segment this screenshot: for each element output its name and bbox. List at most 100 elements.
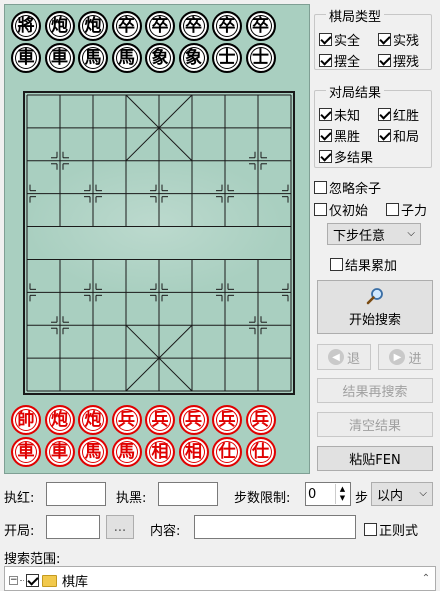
checkbox-label: 结果累加 bbox=[345, 259, 398, 274]
sub-force-checkbox[interactable]: 子力 bbox=[386, 200, 427, 219]
piece-black[interactable]: 車 bbox=[11, 43, 41, 73]
chess-board[interactable]: 將炮炮卒卒卒卒卒車車馬馬象象士士 帥炮炮兵兵兵兵兵車車馬馬相相仕仕 bbox=[4, 4, 310, 474]
piece-red[interactable]: 炮 bbox=[78, 405, 108, 435]
search-scope-label: 搜索范围: bbox=[4, 552, 61, 567]
chevron-down-icon: ⌵ bbox=[407, 228, 415, 239]
result-red-win-checkbox[interactable]: 红胜 bbox=[378, 105, 419, 124]
checkbox-box bbox=[319, 129, 332, 142]
checkbox-label: 未知 bbox=[334, 109, 361, 124]
paste-fen-button[interactable]: 粘贴FEN bbox=[317, 446, 433, 471]
piece-red[interactable]: 仕 bbox=[245, 437, 276, 467]
back-button[interactable]: ◀ 退 bbox=[317, 344, 371, 370]
checkbox-label: 子力 bbox=[401, 204, 428, 219]
piece-red[interactable]: 兵 bbox=[178, 405, 209, 435]
piece-red[interactable]: 車 bbox=[11, 437, 41, 467]
piece-red[interactable]: 車 bbox=[44, 437, 75, 467]
step-mode-dropdown[interactable]: 以内 ⌵ bbox=[371, 482, 433, 506]
black-player-input[interactable] bbox=[158, 482, 218, 506]
ignore-rest-checkbox[interactable]: 忽略余子 bbox=[314, 178, 381, 197]
result-draw-checkbox[interactable]: 和局 bbox=[378, 126, 419, 145]
content-label: 内容: bbox=[150, 524, 181, 539]
game-type-shi-quan-checkbox[interactable]: 实全 bbox=[319, 30, 360, 49]
piece-red[interactable]: 帥 bbox=[11, 405, 41, 435]
chevron-down-icon: ⌵ bbox=[419, 488, 427, 499]
regex-checkbox[interactable]: 正则式 bbox=[364, 520, 418, 539]
red-player-input[interactable] bbox=[46, 482, 106, 506]
opening-input[interactable] bbox=[46, 515, 100, 539]
step-limit-spinner[interactable]: 0 ▲ ▼ bbox=[305, 482, 351, 506]
checkbox-box bbox=[319, 33, 332, 46]
piece-black[interactable]: 卒 bbox=[145, 11, 175, 41]
opening-label: 开局: bbox=[4, 524, 35, 539]
tree-line bbox=[20, 580, 24, 581]
result-black-win-checkbox[interactable]: 黑胜 bbox=[319, 126, 360, 145]
checkbox-label: 红胜 bbox=[393, 109, 420, 124]
step-limit-label: 步数限制: bbox=[234, 491, 291, 506]
piece-black[interactable]: 卒 bbox=[212, 11, 242, 41]
piece-black[interactable]: 馬 bbox=[78, 43, 108, 73]
piece-black[interactable]: 象 bbox=[145, 43, 175, 73]
checkbox-label: 实残 bbox=[393, 34, 420, 49]
game-type-bai-can-checkbox[interactable]: 摆残 bbox=[378, 51, 419, 70]
tree-expand-icon[interactable]: − bbox=[9, 576, 18, 585]
next-move-value: 下步任意 bbox=[333, 228, 386, 244]
piece-black[interactable]: 卒 bbox=[178, 11, 209, 41]
piece-red[interactable]: 兵 bbox=[111, 405, 142, 435]
initial-only-checkbox[interactable]: 仅初始 bbox=[314, 200, 368, 219]
piece-red[interactable]: 仕 bbox=[212, 437, 242, 467]
piece-black[interactable]: 士 bbox=[245, 43, 276, 73]
checkbox-box bbox=[319, 108, 332, 121]
piece-red[interactable]: 兵 bbox=[212, 405, 242, 435]
tree-checkbox[interactable] bbox=[26, 574, 39, 587]
result-unknown-checkbox[interactable]: 未知 bbox=[319, 105, 360, 124]
forward-button[interactable]: ▶ 进 bbox=[378, 344, 433, 370]
piece-black[interactable]: 車 bbox=[44, 43, 75, 73]
scroll-up-button[interactable]: ⌃ bbox=[417, 567, 435, 590]
piece-black[interactable]: 炮 bbox=[78, 11, 108, 41]
piece-red[interactable]: 馬 bbox=[111, 437, 142, 467]
tree-row-root[interactable]: − 棋库 bbox=[9, 571, 88, 590]
piece-black[interactable]: 將 bbox=[11, 11, 41, 41]
red-player-label: 执红: bbox=[4, 491, 35, 506]
piece-red[interactable]: 馬 bbox=[78, 437, 108, 467]
piece-red[interactable]: 相 bbox=[145, 437, 175, 467]
checkbox-label: 和局 bbox=[393, 130, 420, 145]
result-multiple-checkbox[interactable]: 多结果 bbox=[319, 147, 373, 166]
black-player-label: 执黑: bbox=[116, 491, 147, 506]
piece-red[interactable]: 炮 bbox=[44, 405, 75, 435]
step-unit-label: 步 bbox=[355, 491, 369, 506]
piece-black[interactable]: 卒 bbox=[245, 11, 276, 41]
start-search-button[interactable]: 开始搜索 bbox=[317, 280, 433, 334]
content-input[interactable] bbox=[194, 515, 356, 539]
search-again-button[interactable]: 结果再搜索 bbox=[317, 378, 433, 403]
piece-black[interactable]: 士 bbox=[212, 43, 242, 73]
checkbox-box bbox=[364, 523, 377, 536]
piece-black[interactable]: 卒 bbox=[111, 11, 142, 41]
back-arrow-icon: ◀ bbox=[327, 349, 344, 365]
piece-black[interactable]: 象 bbox=[178, 43, 209, 73]
piece-red[interactable]: 兵 bbox=[145, 405, 175, 435]
next-move-dropdown[interactable]: 下步任意 ⌵ bbox=[327, 223, 421, 245]
accumulate-checkbox[interactable]: 结果累加 bbox=[330, 255, 397, 274]
clear-results-button[interactable]: 清空结果 bbox=[317, 412, 433, 437]
checkbox-label: 摆全 bbox=[334, 55, 361, 70]
game-type-title: 棋局类型 bbox=[326, 6, 385, 25]
checkbox-label: 仅初始 bbox=[329, 204, 369, 219]
piece-black[interactable]: 馬 bbox=[111, 43, 142, 73]
checkbox-box bbox=[314, 203, 327, 216]
checkbox-label: 黑胜 bbox=[334, 130, 361, 145]
browse-button[interactable]: ... bbox=[106, 515, 134, 539]
checkbox-box bbox=[378, 33, 391, 46]
spinner-arrows-icon[interactable]: ▲ ▼ bbox=[335, 484, 349, 504]
game-type-bai-quan-checkbox[interactable]: 摆全 bbox=[319, 51, 360, 70]
checkbox-label: 忽略余子 bbox=[329, 182, 382, 197]
piece-red[interactable]: 相 bbox=[178, 437, 209, 467]
tree-root-label: 棋库 bbox=[62, 575, 89, 590]
game-type-shi-can-checkbox[interactable]: 实残 bbox=[378, 30, 419, 49]
piece-red[interactable]: 兵 bbox=[245, 405, 276, 435]
start-search-label: 开始搜索 bbox=[348, 312, 401, 328]
forward-label: 进 bbox=[408, 351, 422, 367]
checkbox-box bbox=[378, 129, 391, 142]
scope-tree[interactable]: − 棋库 ⌃ bbox=[4, 566, 436, 591]
piece-black[interactable]: 炮 bbox=[44, 11, 75, 41]
